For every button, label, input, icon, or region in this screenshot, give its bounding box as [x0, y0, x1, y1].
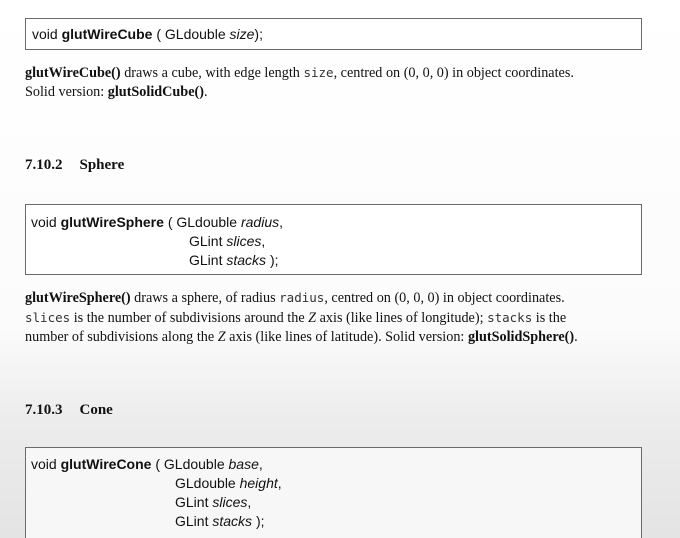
- param-type: ( GLdouble: [155, 456, 225, 472]
- sphere-signature-box: void glutWireSphere ( GLdouble radius, G…: [25, 204, 642, 275]
- cone-signature-line-3: GLint slices,: [175, 494, 251, 510]
- desc-text: number of subdivisions along the: [25, 329, 218, 345]
- sphere-signature-line-1: void glutWireSphere ( GLdouble radius,: [31, 214, 283, 230]
- param-name: size: [229, 26, 255, 42]
- section-title: Cone: [79, 402, 113, 418]
- param-type: GLint: [189, 252, 223, 268]
- sphere-desc-line-3: number of subdivisions along the Z axis …: [25, 328, 643, 347]
- sphere-signature-line-3: GLint stacks );: [189, 252, 279, 268]
- code-ref: slices: [25, 310, 71, 325]
- cone-signature-line-1: void glutWireCone ( GLdouble base,: [31, 456, 263, 472]
- desc-text: .: [203, 84, 208, 100]
- desc-text: Solid version:: [25, 84, 108, 100]
- math-var: Z: [217, 329, 226, 345]
- param-separator: ,: [277, 475, 282, 491]
- param-name: height: [239, 475, 278, 491]
- function-ref: glutWireSphere(): [25, 290, 131, 306]
- desc-text: draws a cube, with edge length: [120, 65, 304, 81]
- sphere-description: glutWireSphere() draws a sphere, of radi…: [25, 288, 643, 347]
- section-number: 7.10.3: [25, 402, 63, 418]
- keyword-void: void: [31, 214, 57, 230]
- param-name: stacks: [212, 513, 253, 529]
- cube-desc-line-1: glutWireCube() draws a cube, with edge l…: [25, 63, 643, 83]
- desc-text: .: [574, 329, 578, 345]
- section-title: Sphere: [79, 157, 125, 173]
- desc-text: in object coordinates.: [439, 290, 565, 306]
- code-ref: size: [303, 65, 334, 80]
- function-ref: glutSolidCube(): [107, 84, 204, 100]
- signature-close: );: [254, 26, 263, 42]
- cube-signature-line: void glutWireCube ( GLdouble size);: [32, 26, 263, 42]
- function-ref: glutWireCube(): [25, 65, 121, 81]
- desc-text: is the number of subdivisions around the: [70, 310, 309, 326]
- sphere-desc-line-2: slices is the number of subdivisions aro…: [25, 308, 643, 328]
- cube-desc-line-2: Solid version: glutSolidCube().: [25, 83, 643, 102]
- param-type: GLint: [189, 233, 223, 249]
- cube-signature-box: void glutWireCube ( GLdouble size);: [25, 18, 642, 50]
- cone-signature-line-4: GLint stacks );: [175, 513, 265, 529]
- keyword-void: void: [32, 26, 58, 42]
- desc-text: axis (like lines of latitude). Solid ver…: [225, 329, 468, 345]
- desc-text: in object coordinates.: [448, 65, 574, 81]
- param-name: base: [228, 456, 259, 472]
- keyword-void: void: [31, 456, 57, 472]
- desc-text: draws a sphere, of radius: [130, 290, 280, 306]
- code-ref: stacks: [487, 310, 533, 325]
- signature-close: );: [269, 252, 279, 268]
- function-name: glutWireCube: [61, 26, 153, 42]
- param-type: GLint: [175, 513, 209, 529]
- param-type: ( GLdouble: [156, 26, 226, 42]
- math-origin: (0, 0, 0): [403, 65, 449, 81]
- section-heading-cone: 7.10.3 Cone: [25, 402, 113, 419]
- section-number: 7.10.2: [25, 157, 63, 173]
- param-separator: ,: [258, 456, 263, 472]
- cone-signature-line-2: GLdouble height,: [175, 475, 282, 491]
- function-name: glutWireSphere: [60, 214, 164, 230]
- param-name: slices: [212, 494, 248, 510]
- param-type: ( GLdouble: [167, 214, 238, 230]
- param-separator: ,: [247, 494, 252, 510]
- desc-text: , centred on: [333, 65, 404, 81]
- param-separator: ,: [279, 214, 284, 230]
- signature-close: );: [255, 513, 265, 529]
- param-name: stacks: [226, 252, 267, 268]
- code-ref: radius: [279, 290, 325, 305]
- math-var: Z: [308, 310, 317, 326]
- param-type: GLint: [175, 494, 209, 510]
- param-type: GLdouble: [175, 475, 236, 491]
- desc-text: is the: [532, 310, 567, 326]
- sphere-signature-line-2: GLint slices,: [189, 233, 265, 249]
- desc-text: , centred on: [324, 290, 395, 306]
- param-name: radius: [240, 214, 280, 230]
- math-origin: (0, 0, 0): [394, 290, 440, 306]
- param-name: slices: [226, 233, 262, 249]
- sphere-desc-line-1: glutWireSphere() draws a sphere, of radi…: [25, 288, 643, 308]
- desc-text: axis (like lines of longitude);: [316, 310, 488, 326]
- function-name: glutWireCone: [60, 456, 152, 472]
- cone-signature-box: void glutWireCone ( GLdouble base, GLdou…: [25, 447, 642, 538]
- function-ref: glutSolidSphere(): [467, 329, 575, 345]
- cube-description: glutWireCube() draws a cube, with edge l…: [25, 63, 643, 102]
- param-separator: ,: [261, 233, 266, 249]
- section-heading-sphere: 7.10.2 Sphere: [25, 157, 124, 174]
